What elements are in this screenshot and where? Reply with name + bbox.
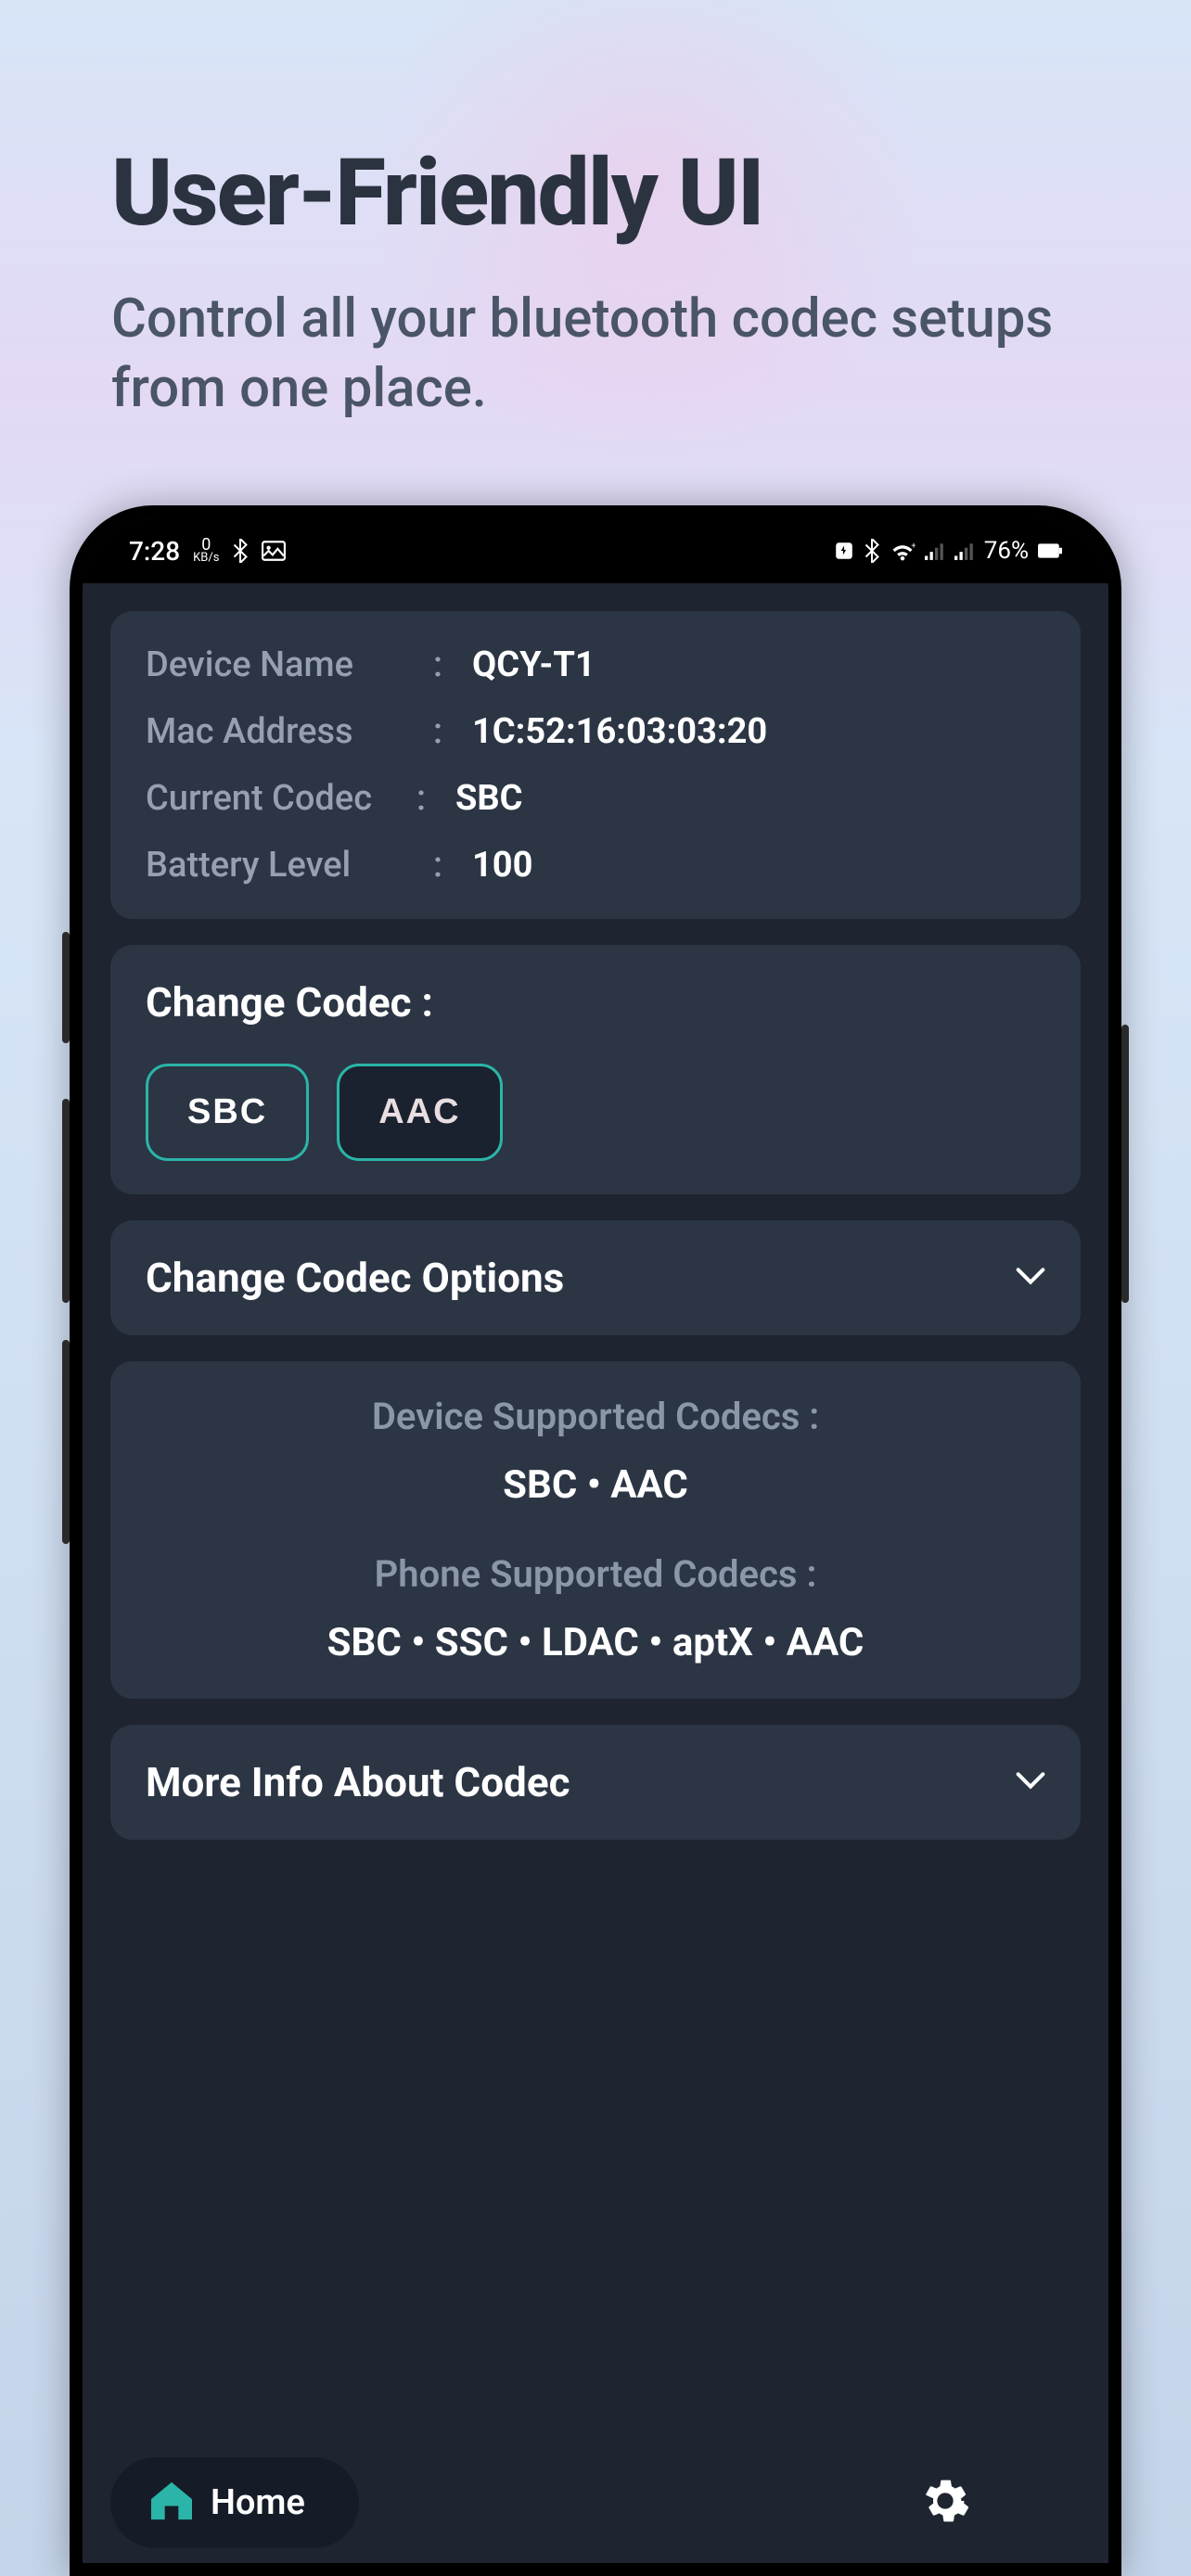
- mac-address-value: 1C:52:16:03:03:20: [472, 711, 767, 752]
- home-icon: [151, 2481, 192, 2524]
- phone-frame: 7:28 0 KB/s +: [70, 505, 1121, 2576]
- bluetooth-icon-2: [864, 539, 880, 563]
- recycle-icon: [834, 541, 854, 561]
- device-name-row: Device Name : QCY-T1: [146, 644, 1045, 685]
- marketing-title: User-Friendly UI: [111, 139, 1080, 248]
- supported-codecs-card: Device Supported Codecs : SBC • AAC Phon…: [110, 1361, 1081, 1699]
- nav-settings-button[interactable]: [921, 2477, 969, 2529]
- codec-button-sbc[interactable]: SBC: [146, 1064, 309, 1161]
- bluetooth-icon: [232, 539, 249, 563]
- phone-supported-values: SBC • SSC • LDAC • aptX • AAC: [146, 1620, 1045, 1665]
- signal-icon-1: [925, 542, 945, 560]
- current-codec-label: Current Codec: [146, 778, 433, 819]
- mac-address-label: Mac Address: [146, 711, 433, 752]
- more-info-title: More Info About Codec: [146, 1758, 570, 1806]
- nav-home-button[interactable]: Home: [110, 2457, 359, 2548]
- change-codec-options-card[interactable]: Change Codec Options: [110, 1220, 1081, 1335]
- battery-icon: [1038, 543, 1062, 558]
- device-name-label: Device Name: [146, 644, 433, 685]
- device-name-value: QCY-T1: [472, 644, 596, 685]
- status-time: 7:28: [129, 536, 180, 567]
- marketing-header: User-Friendly UI Control all your blueto…: [0, 0, 1191, 425]
- device-info-card: Device Name : QCY-T1 Mac Address : 1C:52…: [110, 611, 1081, 919]
- nav-home-label: Home: [211, 2482, 305, 2523]
- device-supported-values: SBC • AAC: [146, 1462, 1045, 1508]
- status-data-rate: 0 KB/s: [193, 538, 219, 564]
- svg-text:+: +: [911, 542, 916, 552]
- change-codec-title: Change Codec :: [146, 978, 1045, 1027]
- more-info-card[interactable]: More Info About Codec: [110, 1725, 1081, 1840]
- change-codec-card: Change Codec : SBC AAC: [110, 945, 1081, 1194]
- chevron-down-icon: [1016, 1267, 1045, 1289]
- chevron-down-icon: [1016, 1771, 1045, 1793]
- image-icon: [262, 541, 286, 561]
- current-codec-row: Current Codec : SBC: [146, 778, 1045, 819]
- battery-level-row: Battery Level : 100: [146, 845, 1045, 886]
- change-codec-options-title: Change Codec Options: [146, 1254, 564, 1302]
- bottom-nav: Home: [110, 2442, 1081, 2563]
- device-supported-label: Device Supported Codecs :: [146, 1395, 1045, 1438]
- battery-level-value: 100: [472, 845, 532, 886]
- phone-supported-label: Phone Supported Codecs :: [146, 1552, 1045, 1596]
- mac-address-row: Mac Address : 1C:52:16:03:03:20: [146, 711, 1045, 752]
- signal-icon-2: [954, 542, 975, 560]
- status-bar: 7:28 0 KB/s +: [83, 518, 1108, 583]
- status-battery-percent: 76%: [984, 537, 1029, 565]
- wifi-icon: +: [890, 541, 916, 561]
- marketing-subtitle: Control all your bluetooth codec setups …: [111, 285, 1080, 425]
- phone-screen: 7:28 0 KB/s +: [83, 518, 1108, 2563]
- gear-icon: [921, 2477, 969, 2525]
- codec-button-aac[interactable]: AAC: [337, 1064, 502, 1161]
- battery-level-label: Battery Level: [146, 845, 433, 886]
- current-codec-value: SBC: [455, 778, 523, 819]
